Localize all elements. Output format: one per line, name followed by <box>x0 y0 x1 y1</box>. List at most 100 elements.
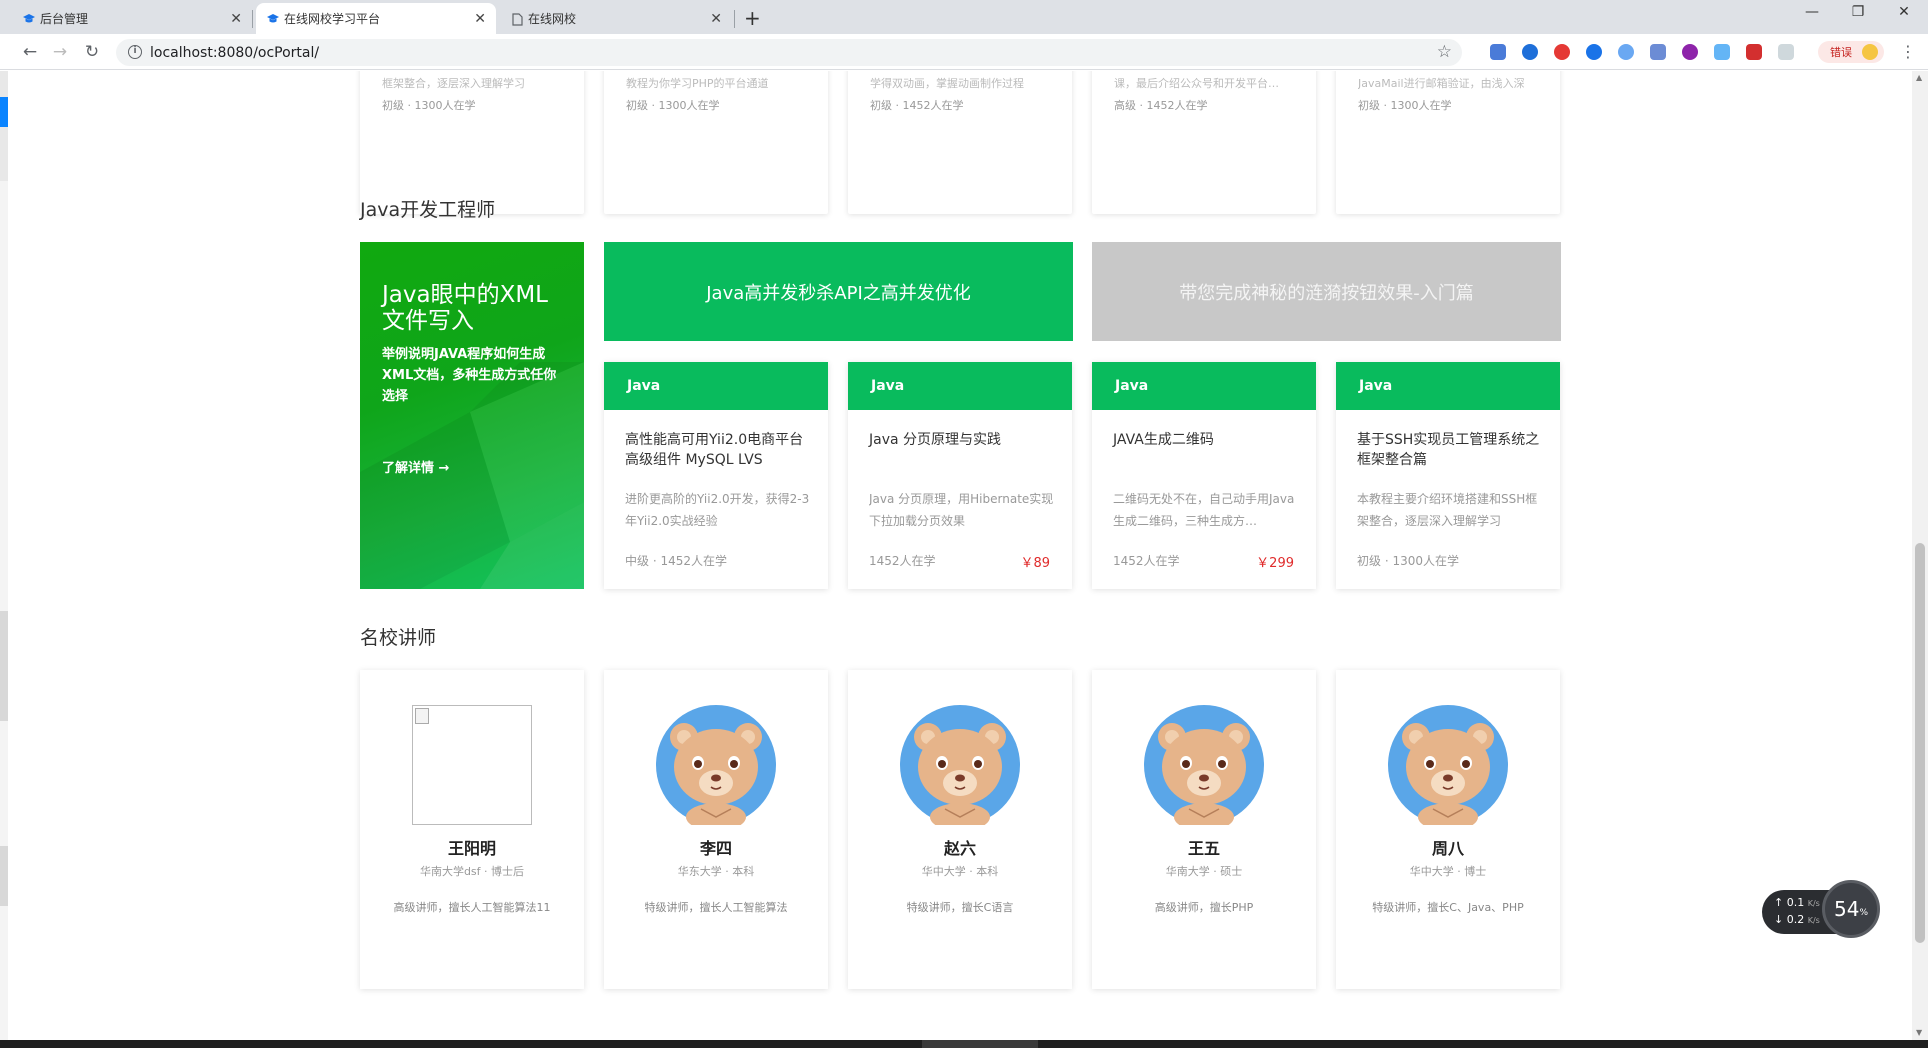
tab-online-school[interactable]: 在线网校 ✕ <box>500 3 732 34</box>
promo-learn-more-link[interactable]: 了解详情 → <box>382 457 449 476</box>
extension-icon[interactable] <box>1618 44 1634 60</box>
profile-error-badge[interactable]: 错误 <box>1818 41 1884 63</box>
vertical-scrollbar[interactable]: ▲ ▼ <box>1912 71 1928 1040</box>
fe-extension-icon[interactable] <box>1746 44 1762 60</box>
java-course-card[interactable]: Java 高性能高可用Yii2.0电商平台 高级组件 MySQL LVS 进阶更… <box>604 362 828 589</box>
new-tab-button[interactable]: + <box>744 6 761 30</box>
course-card[interactable]: 课，最后介绍公众号和开发平台… 高级 · 1452人在学 <box>1092 71 1316 214</box>
forward-button[interactable]: → <box>50 42 70 62</box>
section-title-java: Java开发工程师 <box>360 199 496 221</box>
teacher-school: 华南大学 · 硕士 <box>1165 865 1243 878</box>
course-meta: 初级 · 1300人在学 <box>1357 554 1459 568</box>
extension-icon[interactable] <box>1522 44 1538 60</box>
graduation-cap-icon <box>22 12 36 26</box>
course-card[interactable]: 教程为你学习PHP的平台通道 初级 · 1300人在学 <box>604 71 828 214</box>
tab-title: 在线网校学习平台 <box>284 12 381 26</box>
teacher-school: 华东大学 · 本科 <box>677 865 755 878</box>
teacher-card[interactable]: 赵六 华中大学 · 本科 特级讲师，擅长C语言 <box>848 670 1072 989</box>
cpu-value: 54 <box>1833 897 1860 921</box>
course-title: JAVA生成二维码 <box>1113 432 1214 448</box>
reload-button[interactable]: ↻ <box>82 42 102 62</box>
teacher-card[interactable]: 周八 华中大学 · 博士 特级讲师，擅长C、Java、PHP <box>1336 670 1560 989</box>
tab-title: 后台管理 <box>40 12 89 26</box>
course-title: Java 分页原理与实践 <box>869 432 1002 448</box>
course-desc: 课，最后介绍公众号和开发平台… <box>1114 77 1279 90</box>
tab-admin[interactable]: 后台管理 ✕ <box>12 3 252 34</box>
error-label: 错误 <box>1830 46 1852 59</box>
extension-icon[interactable] <box>1778 44 1794 60</box>
info-icon[interactable]: i <box>128 45 142 59</box>
course-meta: 高级 · 1452人在学 <box>1114 99 1208 112</box>
course-card[interactable]: 框架整合，逐层深入理解学习 初级 · 1300人在学 <box>360 71 584 214</box>
course-tag: Java <box>604 362 828 410</box>
promo-title: Java眼中的XML 文件写入 <box>382 282 548 334</box>
course-desc: 学得双动画，掌握动画制作过程 <box>870 77 1024 90</box>
course-price: ￥89 <box>1020 556 1050 571</box>
close-tab-icon[interactable]: ✕ <box>474 11 486 27</box>
teacher-name: 赵六 <box>943 839 976 858</box>
tab-divider <box>252 10 253 28</box>
restore-button[interactable]: ❐ <box>1836 4 1880 20</box>
course-desc: 二维码无处不在，自己动手用Java生成二维码，三种生成方… <box>1113 492 1295 528</box>
close-window-button[interactable]: ✕ <box>1882 4 1926 20</box>
course-meta: 初级 · 1300人在学 <box>382 99 476 112</box>
adblock-extension-icon[interactable] <box>1554 44 1570 60</box>
scroll-down-icon[interactable]: ▼ <box>1916 1028 1922 1037</box>
broken-image-icon <box>412 705 532 825</box>
course-desc: JavaMail进行邮箱验证，由浅入深 <box>1358 77 1525 90</box>
address-bar[interactable]: i localhost:8080/ocPortal/ ☆ <box>116 39 1462 66</box>
back-button[interactable]: ← <box>20 42 40 62</box>
bear-avatar-icon <box>1144 705 1264 825</box>
extension-icon[interactable] <box>1714 44 1730 60</box>
teacher-intro: 特级讲师，擅长人工智能算法 <box>644 901 788 914</box>
course-title: 基于SSH实现员工管理系统之框架整合篇 <box>1357 432 1540 468</box>
extension-icon[interactable] <box>1650 44 1666 60</box>
cpu-usage-gauge[interactable]: 54% <box>1822 880 1880 938</box>
close-tab-icon[interactable]: ✕ <box>230 11 242 27</box>
extension-icon[interactable] <box>1682 44 1698 60</box>
teacher-card[interactable]: 王阳明 华南大学dsf · 博士后 高级讲师，擅长人工智能算法11 <box>360 670 584 989</box>
course-title: 高性能高可用Yii2.0电商平台 高级组件 MySQL LVS <box>625 432 804 468</box>
bear-avatar-icon <box>1388 705 1508 825</box>
tab-learning-platform[interactable]: 在线网校学习平台 ✕ <box>256 3 496 34</box>
teacher-intro: 高级讲师，擅长人工智能算法11 <box>393 901 551 914</box>
download-speed: ↓ 0.2 K/s <box>1774 913 1820 926</box>
course-tag: Java <box>1336 362 1560 410</box>
teacher-school: 华南大学dsf · 博士后 <box>419 865 525 878</box>
course-meta: 初级 · 1300人在学 <box>626 99 720 112</box>
graduation-cap-icon <box>266 12 280 26</box>
close-tab-icon[interactable]: ✕ <box>710 11 722 27</box>
menu-icon[interactable]: ⋮ <box>1900 42 1916 61</box>
translate-extension-icon[interactable] <box>1490 44 1506 60</box>
teacher-card[interactable]: 王五 华南大学 · 硕士 高级讲师，擅长PHP <box>1092 670 1316 989</box>
bookmark-star-icon[interactable]: ☆ <box>1437 42 1452 62</box>
course-card[interactable]: JavaMail进行邮箱验证，由浅入深 初级 · 1300人在学 <box>1336 71 1560 214</box>
scrollbar-thumb[interactable] <box>1915 543 1925 943</box>
banner-ripple-button[interactable]: 带您完成神秘的涟漪按钮效果-入门篇 <box>1092 242 1561 341</box>
banner-java-seckill[interactable]: Java高并发秒杀API之高并发优化 <box>604 242 1073 341</box>
teacher-name: 王五 <box>1187 839 1220 858</box>
course-card[interactable]: 学得双动画，掌握动画制作过程 初级 · 1452人在学 <box>848 71 1072 214</box>
avatar <box>1862 44 1878 60</box>
url-text[interactable]: localhost:8080/ocPortal/ <box>150 45 319 61</box>
teacher-card[interactable]: 李四 华东大学 · 本科 特级讲师，擅长人工智能算法 <box>604 670 828 989</box>
course-meta: 1452人在学 <box>1113 554 1180 568</box>
teacher-intro: 高级讲师，擅长PHP <box>1154 901 1254 914</box>
course-meta: 1452人在学 <box>869 554 936 568</box>
bear-avatar-icon <box>656 705 776 825</box>
java-course-card[interactable]: Java Java 分页原理与实践 Java 分页原理，用Hibernate实现… <box>848 362 1072 589</box>
os-taskbar <box>0 1040 1928 1048</box>
course-meta: 初级 · 1452人在学 <box>870 99 964 112</box>
left-edge-panel <box>0 71 8 1040</box>
promo-card-xml[interactable]: Java眼中的XML 文件写入 举例说明JAVA程序如何生成XML文档，多种生成… <box>360 242 584 589</box>
course-desc: 框架整合，逐层深入理解学习 <box>382 77 525 90</box>
java-course-card[interactable]: Java JAVA生成二维码 二维码无处不在，自己动手用Java生成二维码，三种… <box>1092 362 1316 589</box>
scroll-up-icon[interactable]: ▲ <box>1916 73 1922 82</box>
course-desc: 进阶更高阶的Yii2.0开发，获得2-3年Yii2.0实战经验 <box>625 492 810 528</box>
java-course-card[interactable]: Java 基于SSH实现员工管理系统之框架整合篇 本教程主要介绍环境搭建和SSH… <box>1336 362 1560 589</box>
tab-divider <box>734 10 735 28</box>
minimize-button[interactable]: — <box>1790 4 1834 20</box>
search-extension-icon[interactable] <box>1586 44 1602 60</box>
browser-toolbar: ← → ↻ i localhost:8080/ocPortal/ ☆ 错误 ⋮ <box>0 34 1928 70</box>
teacher-name: 周八 <box>1431 839 1464 858</box>
